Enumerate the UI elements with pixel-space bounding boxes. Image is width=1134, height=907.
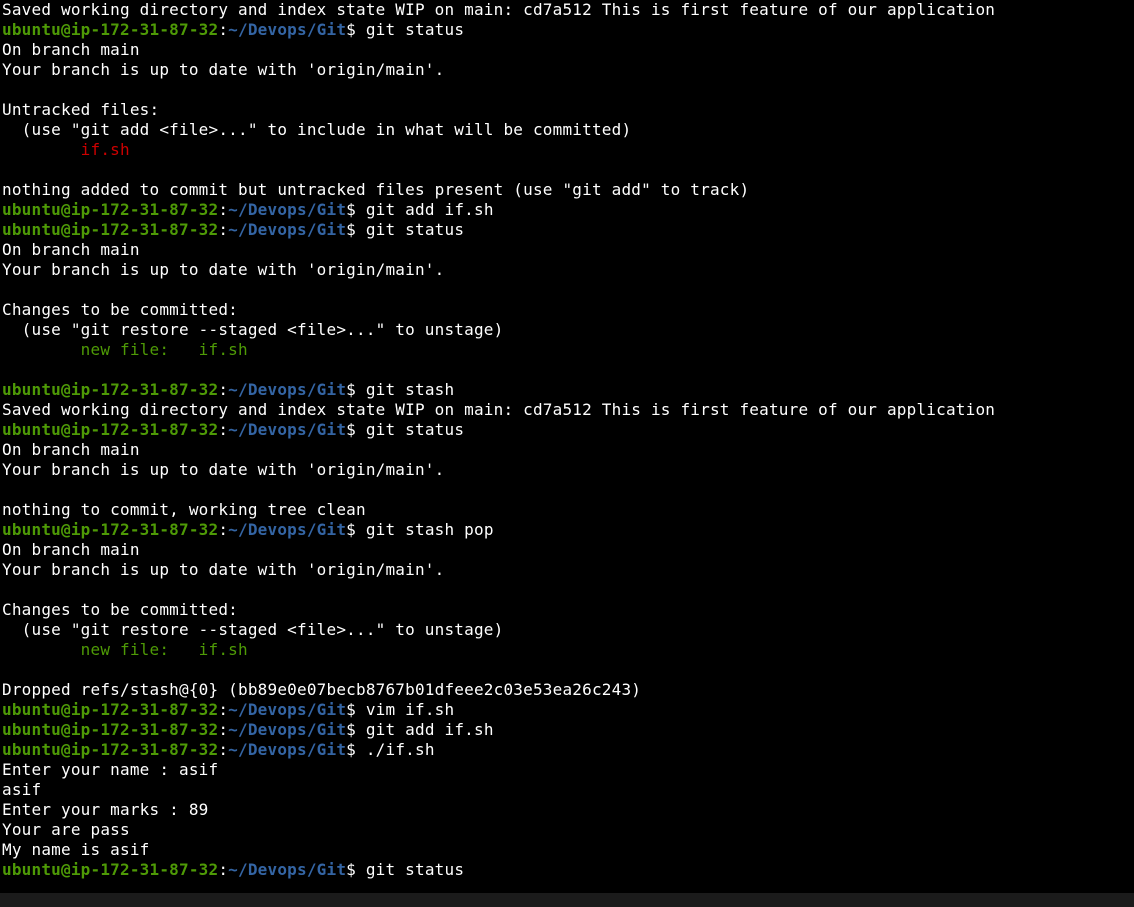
command-text: ./if.sh (366, 740, 435, 759)
output-line: Saved working directory and index state … (2, 400, 995, 419)
prompt-dollar: $ (346, 420, 366, 439)
prompt-path: ~/Devops/Git (228, 200, 346, 219)
prompt-sep: : (218, 720, 228, 739)
prompt-dollar: $ (346, 860, 366, 879)
output-line: On branch main (2, 440, 140, 459)
prompt-path: ~/Devops/Git (228, 380, 346, 399)
output-line: Your branch is up to date with 'origin/m… (2, 460, 444, 479)
command-text: git stash (366, 380, 455, 399)
prompt-path: ~/Devops/Git (228, 700, 346, 719)
prompt-path: ~/Devops/Git (228, 860, 346, 879)
command-text: git add if.sh (366, 720, 494, 739)
indent (2, 140, 81, 159)
prompt-dollar: $ (346, 380, 366, 399)
prompt-user: ubuntu@ip-172-31-87-32 (2, 720, 218, 739)
output-line: (use "git add <file>..." to include in w… (2, 120, 631, 139)
command-text: vim if.sh (366, 700, 455, 719)
output-line: Your branch is up to date with 'origin/m… (2, 560, 444, 579)
output-line: (use "git restore --staged <file>..." to… (2, 620, 503, 639)
command-text: git status (366, 420, 464, 439)
prompt-sep: : (218, 860, 228, 879)
output-line: Your are pass (2, 820, 130, 839)
prompt-sep: : (218, 740, 228, 759)
prompt-sep: : (218, 380, 228, 399)
indent (2, 640, 81, 659)
command-text: git status (366, 860, 464, 879)
prompt-sep: : (218, 420, 228, 439)
prompt-dollar: $ (346, 20, 366, 39)
new-file: new file: if.sh (81, 640, 248, 659)
taskbar[interactable] (0, 893, 1134, 907)
prompt-user: ubuntu@ip-172-31-87-32 (2, 740, 218, 759)
output-line: On branch main (2, 540, 140, 559)
prompt-user: ubuntu@ip-172-31-87-32 (2, 700, 218, 719)
output-line: Enter your name : asif (2, 760, 218, 779)
output-line: asif (2, 780, 41, 799)
terminal-output[interactable]: Saved working directory and index state … (0, 0, 1134, 880)
prompt-user: ubuntu@ip-172-31-87-32 (2, 220, 218, 239)
prompt-sep: : (218, 200, 228, 219)
prompt-path: ~/Devops/Git (228, 420, 346, 439)
output-line: Your branch is up to date with 'origin/m… (2, 260, 444, 279)
output-line: My name is asif (2, 840, 150, 859)
output-line: On branch main (2, 240, 140, 259)
prompt-dollar: $ (346, 200, 366, 219)
prompt-path: ~/Devops/Git (228, 20, 346, 39)
new-file: new file: if.sh (81, 340, 248, 359)
prompt-path: ~/Devops/Git (228, 220, 346, 239)
prompt-path: ~/Devops/Git (228, 720, 346, 739)
prompt-sep: : (218, 220, 228, 239)
output-line: Enter your marks : 89 (2, 800, 209, 819)
output-line: Changes to be committed: (2, 600, 238, 619)
command-text: git status (366, 20, 464, 39)
indent (2, 340, 81, 359)
output-line: Untracked files: (2, 100, 159, 119)
prompt-user: ubuntu@ip-172-31-87-32 (2, 520, 218, 539)
prompt-path: ~/Devops/Git (228, 520, 346, 539)
prompt-dollar: $ (346, 740, 366, 759)
prompt-user: ubuntu@ip-172-31-87-32 (2, 420, 218, 439)
output-line: On branch main (2, 40, 140, 59)
prompt-sep: : (218, 20, 228, 39)
output-line: Changes to be committed: (2, 300, 238, 319)
prompt-user: ubuntu@ip-172-31-87-32 (2, 380, 218, 399)
output-line: Dropped refs/stash@{0} (bb89e0e07becb876… (2, 680, 641, 699)
output-line: (use "git restore --staged <file>..." to… (2, 320, 503, 339)
output-line: Saved working directory and index state … (2, 0, 995, 19)
prompt-path: ~/Devops/Git (228, 740, 346, 759)
prompt-sep: : (218, 700, 228, 719)
prompt-user: ubuntu@ip-172-31-87-32 (2, 200, 218, 219)
prompt-dollar: $ (346, 720, 366, 739)
command-text: git stash pop (366, 520, 494, 539)
output-line: Your branch is up to date with 'origin/m… (2, 60, 444, 79)
output-line: nothing added to commit but untracked fi… (2, 180, 749, 199)
prompt-dollar: $ (346, 220, 366, 239)
prompt-user: ubuntu@ip-172-31-87-32 (2, 860, 218, 879)
prompt-user: ubuntu@ip-172-31-87-32 (2, 20, 218, 39)
untracked-file: if.sh (81, 140, 130, 159)
command-text: git add if.sh (366, 200, 494, 219)
prompt-dollar: $ (346, 520, 366, 539)
prompt-sep: : (218, 520, 228, 539)
output-line: nothing to commit, working tree clean (2, 500, 366, 519)
command-text: git status (366, 220, 464, 239)
prompt-dollar: $ (346, 700, 366, 719)
